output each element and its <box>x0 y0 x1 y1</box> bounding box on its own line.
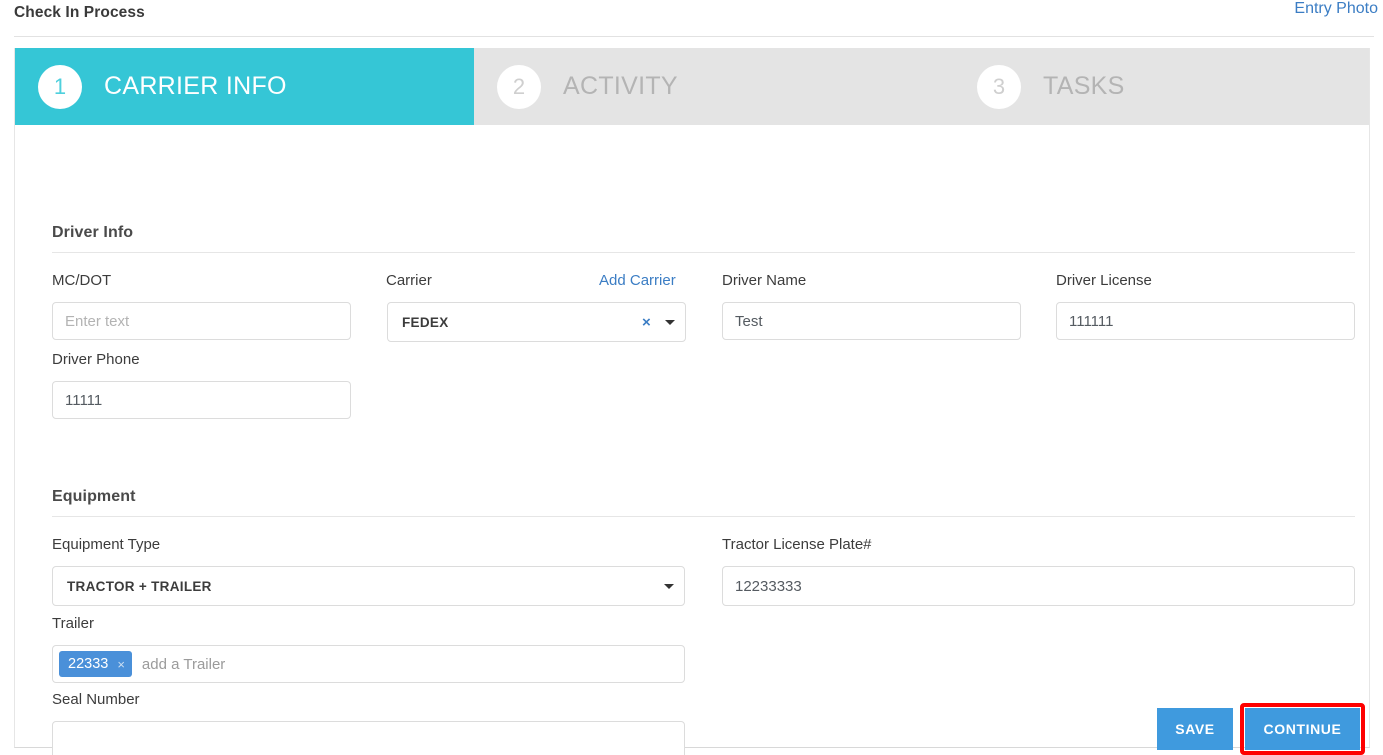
input-driver-phone-value: 11111 <box>65 391 103 409</box>
label-trailer: Trailer <box>52 615 94 632</box>
page-header: Check In Process Entry Photo <box>0 0 1383 38</box>
input-tractor-license-plate[interactable]: 12233333 <box>722 566 1355 606</box>
page-title: Check In Process <box>14 4 145 21</box>
check-in-process-page: Check In Process Entry Photo 1 CARRIER I… <box>0 0 1383 755</box>
chevron-down-icon[interactable] <box>665 319 675 325</box>
step-tab-carrier-info[interactable]: 1 CARRIER INFO <box>15 48 474 125</box>
step-progress-bar: 1 CARRIER INFO 2 ACTIVITY 3 TASKS <box>15 48 1369 125</box>
input-driver-name[interactable]: Test <box>722 302 1021 340</box>
trailer-chip[interactable]: 22333 × <box>59 651 132 677</box>
label-driver-phone: Driver Phone <box>52 351 140 368</box>
trailer-chip-value: 22333 <box>68 656 109 672</box>
step-number-badge-2: 2 <box>497 64 541 109</box>
input-trailer[interactable]: 22333 × add a Trailer <box>52 645 685 683</box>
label-seal-number: Seal Number <box>52 691 140 708</box>
step-label-tasks: TASKS <box>1043 72 1125 100</box>
header-divider <box>14 36 1374 37</box>
step-number-badge-1: 1 <box>38 64 82 109</box>
select-carrier-value: FEDEX <box>402 314 449 330</box>
input-mc-dot-placeholder: Enter text <box>65 312 130 330</box>
select-carrier[interactable]: FEDEX × <box>387 302 686 342</box>
section-divider-equipment <box>52 516 1355 517</box>
label-driver-name: Driver Name <box>722 272 807 289</box>
remove-chip-icon[interactable]: × <box>117 658 125 671</box>
input-mc-dot[interactable]: Enter text <box>52 302 351 340</box>
section-title-equipment: Equipment <box>52 488 136 505</box>
input-driver-phone[interactable]: 11111 <box>52 381 351 419</box>
label-driver-license: Driver License <box>1056 272 1152 289</box>
label-tractor-license-plate: Tractor License Plate# <box>722 536 872 553</box>
section-divider-driver-info <box>52 252 1355 253</box>
label-mc-dot: MC/DOT <box>52 272 112 289</box>
input-driver-license-value: 111111 <box>1069 312 1114 330</box>
add-carrier-link[interactable]: Add Carrier <box>599 272 676 289</box>
label-carrier: Carrier <box>386 272 432 289</box>
input-driver-name-value: Test <box>735 312 763 330</box>
section-title-driver-info: Driver Info <box>52 224 134 241</box>
step-number-badge-3: 3 <box>977 64 1021 109</box>
input-trailer-placeholder: add a Trailer <box>141 655 226 673</box>
clear-icon[interactable]: × <box>642 315 651 330</box>
input-seal-number[interactable] <box>52 721 685 755</box>
input-driver-license[interactable]: 111111 <box>1056 302 1355 340</box>
select-equipment-type-value: TRACTOR + TRAILER <box>67 578 212 594</box>
check-in-card: 1 CARRIER INFO 2 ACTIVITY 3 TASKS Driver… <box>14 48 1370 755</box>
label-equipment-type: Equipment Type <box>52 536 161 553</box>
continue-button[interactable]: CONTINUE <box>1245 708 1360 750</box>
step-label-carrier-info: CARRIER INFO <box>104 72 287 100</box>
step-tab-tasks[interactable]: 3 TASKS <box>954 48 1369 125</box>
card-body: Driver Info MC/DOT Enter text Carrier Ad… <box>15 125 1369 755</box>
chevron-down-icon[interactable] <box>664 583 674 589</box>
select-equipment-type[interactable]: TRACTOR + TRAILER <box>52 566 685 606</box>
step-tab-activity[interactable]: 2 ACTIVITY <box>474 48 954 125</box>
input-tractor-license-plate-value: 12233333 <box>735 577 802 595</box>
save-button[interactable]: SAVE <box>1157 708 1233 750</box>
step-label-activity: ACTIVITY <box>563 72 678 100</box>
entry-photo-link[interactable]: Entry Photo <box>1294 0 1378 18</box>
